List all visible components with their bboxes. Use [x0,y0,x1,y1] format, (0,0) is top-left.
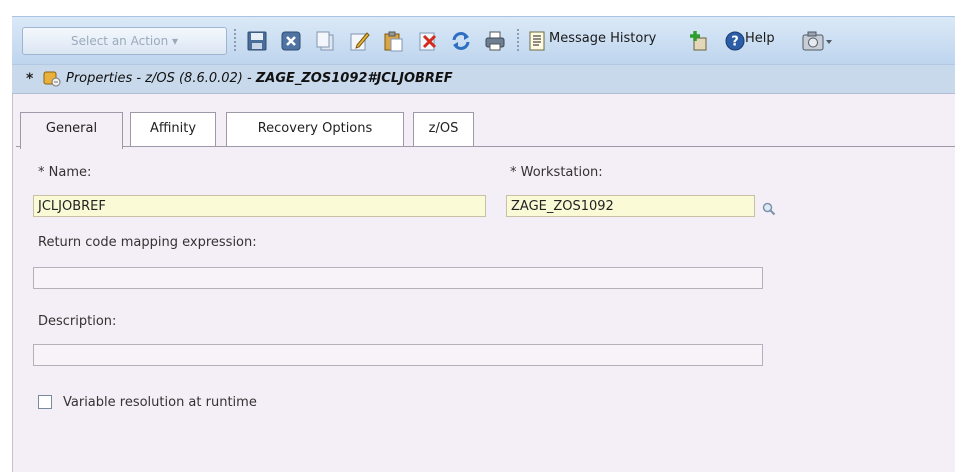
select-action-dropdown[interactable]: Select an Action ▾ [22,27,227,55]
add-button[interactable] [684,26,714,56]
variable-resolution-checkbox[interactable] [38,395,52,409]
message-history-link[interactable]: Message History [549,31,656,46]
save-icon [247,31,267,51]
help-link[interactable]: Help [745,31,775,46]
name-input[interactable]: JCLJOBREF [33,195,486,217]
print-icon [485,31,505,51]
delete-icon [419,32,437,51]
description-label: Description: [38,314,117,329]
workstation-label: * Workstation: [510,165,603,180]
tab-zos[interactable]: z/OS [413,112,474,146]
svg-text:?: ? [731,35,739,50]
job-properties-icon [42,70,62,92]
workstation-lookup-icon[interactable] [762,202,776,220]
help-icon: ? [725,31,745,51]
close-icon [281,31,301,51]
workstation-input[interactable]: ZAGE_ZOS1092 [506,195,755,217]
toolbar: Select an Action ▾ Message History ? Hel… [12,16,955,64]
screenshot-icon [802,31,832,51]
copy-button[interactable] [310,26,340,56]
edit-icon [350,32,370,51]
toolbar-separator [517,29,519,53]
properties-title: Properties - z/OS (8.6.0.02) - ZAGE_ZOS1… [66,71,453,86]
object-identifier: ZAGE_ZOS1092#JCLJOBREF [255,71,453,86]
print-button[interactable] [480,26,510,56]
delete-button[interactable] [412,26,442,56]
variable-resolution-label: Variable resolution at runtime [63,395,257,410]
copy-icon [316,31,334,51]
tab-affinity[interactable]: Affinity [130,112,216,146]
properties-title-bar: * Properties - z/OS (8.6.0.02) - ZAGE_ZO… [12,64,955,94]
name-label: * Name: [38,165,92,180]
tab-recovery-options[interactable]: Recovery Options [226,112,404,146]
screenshot-button[interactable] [797,26,837,56]
tab-divider [16,146,955,147]
edit-button[interactable] [344,26,374,56]
refresh-button[interactable] [446,26,476,56]
save-button[interactable] [242,26,272,56]
message-history-icon [529,31,545,51]
refresh-icon [452,32,470,50]
tab-general[interactable]: General [20,112,123,149]
message-history-icon-button[interactable] [522,26,552,56]
add-icon [690,31,707,51]
modified-marker: * [26,71,34,87]
toolbar-separator [234,29,236,53]
return-code-label: Return code mapping expression: [38,235,257,250]
description-input[interactable] [33,344,763,366]
return-code-input[interactable] [33,267,763,289]
close-button[interactable] [276,26,306,56]
paste-button[interactable] [378,26,408,56]
paste-icon [384,31,403,52]
